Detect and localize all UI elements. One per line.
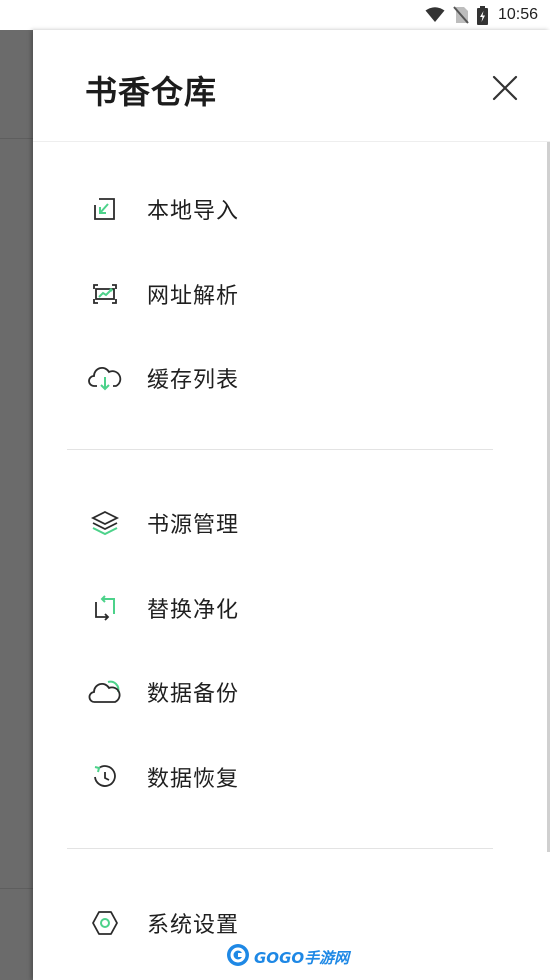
menu-item-label: 数据备份 xyxy=(147,682,240,707)
drawer-header: 书香仓库 xyxy=(33,30,550,142)
replace-icon xyxy=(87,590,123,626)
menu-item-label: 书源管理 xyxy=(147,513,240,538)
menu-item-label: 本地导入 xyxy=(147,199,240,224)
no-sim-icon xyxy=(453,6,469,24)
menu-divider xyxy=(67,848,493,849)
menu-item-label: 替换净化 xyxy=(147,598,240,623)
local-import-icon xyxy=(87,191,123,227)
status-bar: 10:56 xyxy=(0,0,550,30)
status-time: 10:56 xyxy=(497,6,538,23)
scrim-divider xyxy=(0,888,36,889)
cloud-backup-icon xyxy=(87,674,123,710)
restore-clock-icon xyxy=(87,759,123,795)
watermark: GOGO手游网 xyxy=(226,942,349,972)
menu-item-cache-list[interactable]: 缓存列表 xyxy=(33,346,533,410)
close-icon xyxy=(492,75,518,105)
wifi-icon xyxy=(425,7,445,23)
menu-item-local-import[interactable]: 本地导入 xyxy=(33,177,533,241)
menu-item-data-backup[interactable]: 数据备份 xyxy=(33,660,533,724)
watermark-text: GOGO手游网 xyxy=(254,948,350,967)
url-parse-icon xyxy=(87,276,123,312)
drawer-title: 书香仓库 xyxy=(85,73,218,111)
menu-item-label: 缓存列表 xyxy=(147,368,240,393)
settings-hex-icon xyxy=(87,905,123,941)
navigation-drawer: 书香仓库 本地导入 网址解析 缓存列表 书源管理 替换净化 数据备份 数据恢复 … xyxy=(33,30,550,980)
scrim[interactable] xyxy=(0,0,36,980)
scrim-divider xyxy=(0,138,36,139)
watermark-logo-icon xyxy=(226,943,250,971)
menu-item-label: 数据恢复 xyxy=(147,767,240,792)
cloud-download-icon xyxy=(87,360,123,396)
layers-icon xyxy=(87,505,123,541)
menu-item-book-source[interactable]: 书源管理 xyxy=(33,491,533,555)
menu-item-data-restore[interactable]: 数据恢复 xyxy=(33,745,533,809)
menu-divider xyxy=(67,449,493,450)
menu-item-label: 网址解析 xyxy=(147,284,240,309)
menu-item-replace-purify[interactable]: 替换净化 xyxy=(33,576,533,640)
menu-item-label: 系统设置 xyxy=(147,913,240,938)
menu-item-url-parse[interactable]: 网址解析 xyxy=(33,262,533,326)
close-button[interactable] xyxy=(485,70,525,110)
battery-charging-icon xyxy=(476,5,488,25)
